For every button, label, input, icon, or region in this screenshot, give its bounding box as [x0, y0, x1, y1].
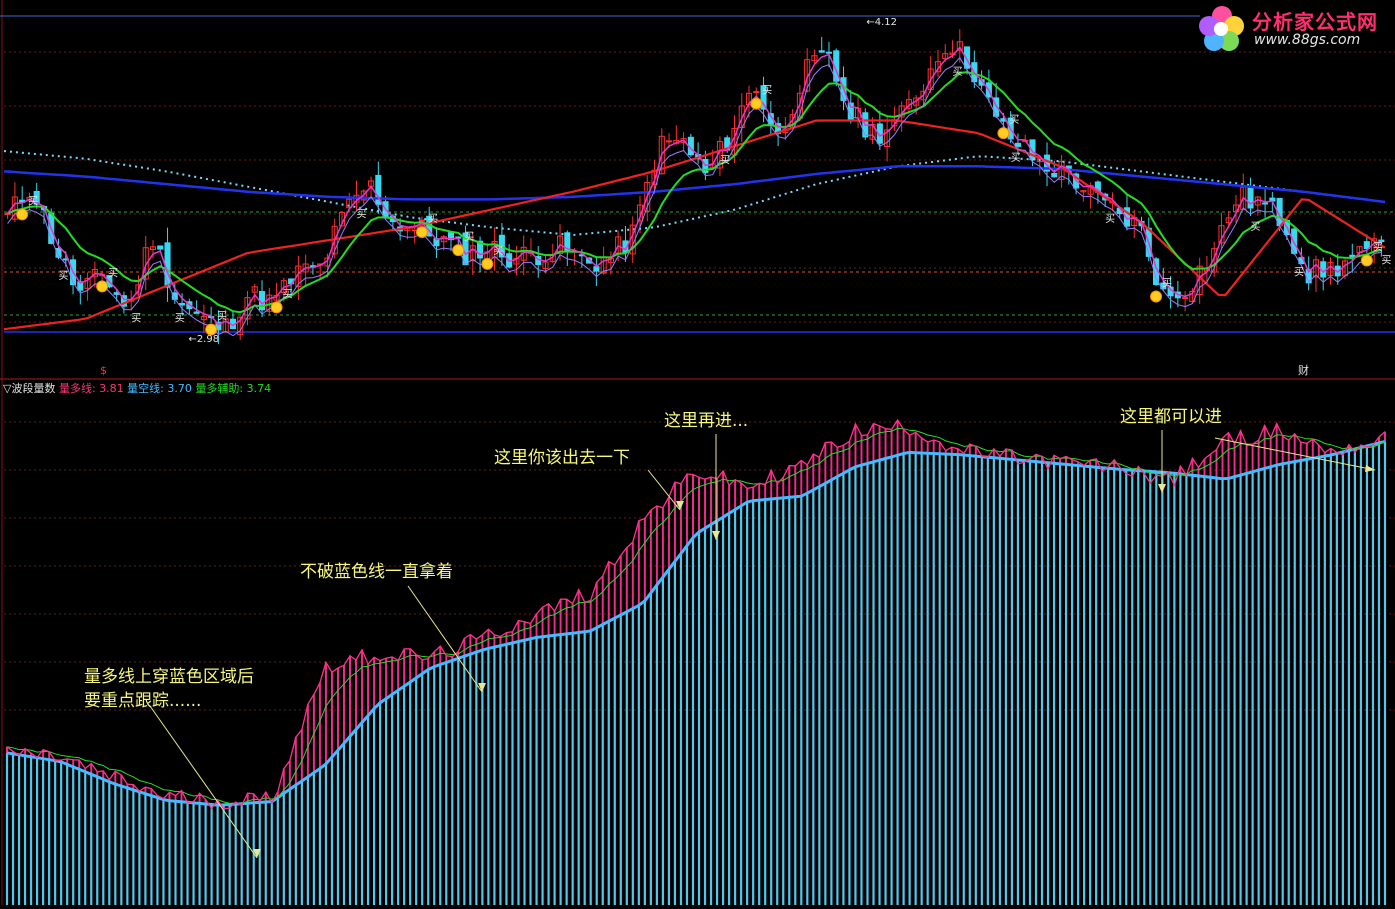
buy-signal-label: 买 [1162, 277, 1172, 289]
candle-body [1182, 297, 1189, 300]
price-low-label: ←2.98 [188, 334, 219, 345]
annotation-reenter: 这里再进... [664, 411, 748, 431]
candle-body [164, 242, 171, 288]
annotation-track: 量多线上穿蓝色区域后 [84, 667, 254, 687]
candle-body [1014, 142, 1021, 147]
buy-signal-label: 买 [1009, 114, 1019, 126]
annotation-track: 要重点跟踪...... [84, 691, 201, 711]
buy-signal-label: 买 [428, 213, 438, 225]
buy-marker-icon [96, 280, 109, 293]
indicator-name: ▽波段量数 [3, 381, 59, 395]
candle-body [193, 311, 200, 314]
candle-body [1262, 202, 1269, 205]
buy-marker-icon [481, 257, 494, 270]
price-high-label: ←4.12 [866, 17, 897, 28]
logo-brand-text: 分析家公式网 [1252, 10, 1378, 34]
buy-signal-label: 买 [1373, 241, 1383, 253]
buy-marker-icon [997, 127, 1010, 140]
chart-svg: 买买买买买买买买买买买买买 买买买买买买买买买←4.12←2.98$ 财▽波段量数 … [0, 0, 1395, 905]
logo-site-url: www.88gs.com [1254, 32, 1361, 48]
indicator-header: ▽波段量数 量多线: 3.81 量空线: 3.70 量多辅助: 3.74 [3, 381, 271, 395]
buy-signal-label: 买 [283, 288, 293, 300]
buy-marker-icon [750, 97, 763, 110]
candle-body [593, 266, 600, 272]
chart-stage: 买买买买买买买买买买买买买买买买买买买买买买 ←4.12 ←2.98 $ 财 ▽波段量数 … [0, 0, 1395, 905]
candle-body [818, 50, 825, 53]
indicator-value-1: 量多线: 3.81 [59, 381, 127, 395]
buy-signal-label: 买 [1381, 255, 1391, 267]
buy-marker-icon [452, 244, 465, 257]
buy-signal-label: 买 [762, 85, 772, 97]
buy-signal-label: 买 [175, 312, 185, 324]
candle-body [1051, 173, 1058, 178]
annotation-hold: 不破蓝色线一直拿着 [300, 561, 453, 582]
marker-left-label: $ [100, 364, 107, 377]
candle-body [753, 91, 760, 94]
candle-body [418, 219, 425, 222]
buy-signal-label: 买 [217, 311, 227, 323]
buy-marker-icon [270, 301, 283, 314]
buy-marker-icon [16, 208, 29, 221]
buy-signal-label: 买 [131, 313, 141, 325]
indicator-value-2: 量空线: 3.70 [127, 381, 195, 395]
buy-signal-label: 买 [1251, 221, 1261, 233]
buy-signal-label: 买 [1105, 213, 1115, 225]
buy-signal-label: 买 [108, 267, 118, 279]
buy-signal-label: 买 [464, 231, 474, 243]
annotation-enter_any: 这里都可以进 [1120, 407, 1222, 427]
buy-signal-label: 买 [28, 195, 38, 207]
buy-marker-icon [1150, 290, 1163, 303]
buy-signal-label: 买 [1294, 266, 1304, 278]
candle-body [157, 245, 164, 250]
flower-logo-icon [1199, 6, 1244, 51]
buy-signal-label: 买 [357, 208, 367, 220]
buy-signal-label: 买 [493, 245, 503, 257]
indicator-value-3: 量多辅助: 3.74 [195, 381, 271, 395]
buy-marker-icon [415, 226, 428, 239]
annotation-exit: 这里你该出去一下 [494, 448, 630, 468]
candle-body [825, 51, 833, 54]
buy-signal-label: 买 [953, 66, 963, 78]
buy-marker-icon [1360, 254, 1373, 267]
candle-body [179, 303, 186, 306]
buy-signal-label: 买 [1011, 152, 1021, 164]
buy-signal-label: 买 [59, 270, 69, 282]
site-logo: 分析家公式网 www.88gs.com [1196, 4, 1390, 52]
candle-body [666, 140, 673, 143]
candle-body [1378, 239, 1385, 243]
marker-right-label: 财 [1298, 363, 1309, 377]
buy-signal-label: 买 [720, 155, 730, 167]
